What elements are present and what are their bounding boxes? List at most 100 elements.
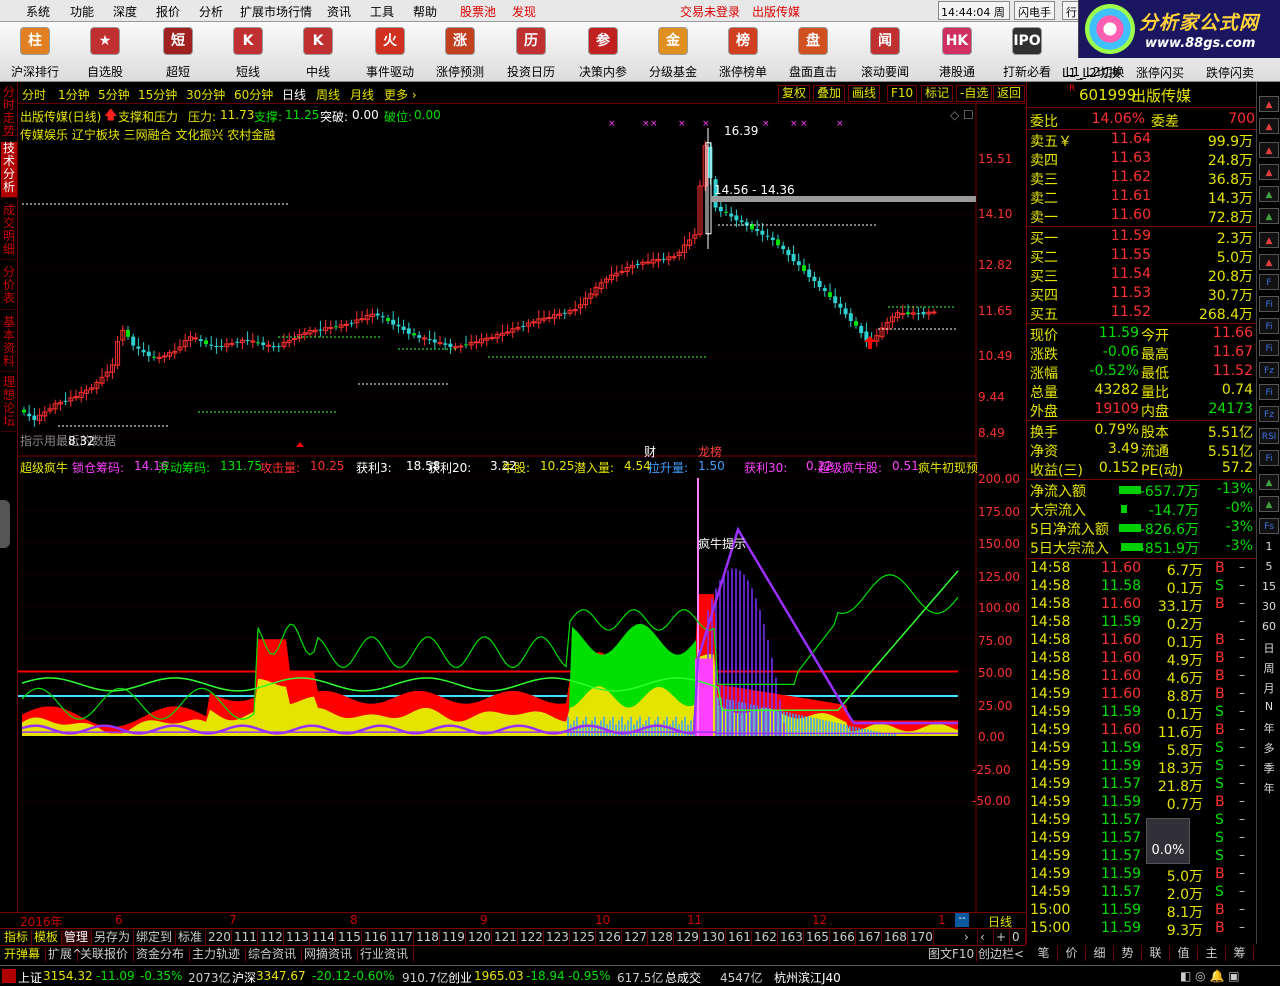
indicator-tab-1[interactable]: 模板 bbox=[32, 930, 62, 945]
toolbar-button-11[interactable]: 盘盘面直击 bbox=[778, 22, 848, 82]
toolbar-text-button-17[interactable]: 跌停闪卖 bbox=[1206, 64, 1254, 81]
indicator-tab-19[interactable]: 123 bbox=[544, 930, 570, 945]
cy-label[interactable]: 创业 bbox=[448, 969, 472, 986]
period-60min[interactable]: 60分钟 bbox=[234, 86, 273, 103]
toolbar-button-5[interactable]: 火事件驱动 bbox=[355, 22, 425, 82]
chart-area[interactable]: × × × × × × × × × 出版传媒(日线) 🡅 支撑和压力 压力: 11.73 支撑:… bbox=[18, 104, 1026, 928]
indicator-tab-12[interactable]: 116 bbox=[362, 930, 388, 945]
period-shortcut-1[interactable]: 5 bbox=[1259, 560, 1279, 573]
financial-marker[interactable]: 财 bbox=[644, 443, 656, 460]
period-30min[interactable]: 30分钟 bbox=[186, 86, 225, 103]
toolbar-text-button-16[interactable]: 涨停闪买 bbox=[1136, 64, 1184, 81]
quote-tab-7[interactable]: 筹 bbox=[1226, 946, 1254, 961]
tab-nav-0[interactable]: › bbox=[962, 930, 978, 945]
period-intraday[interactable]: 分时 bbox=[22, 86, 46, 103]
tool-icon-1[interactable]: ▲ bbox=[1259, 118, 1279, 134]
toolbar-button-13[interactable]: HK 港股通 bbox=[922, 22, 992, 82]
indicator-tab-13[interactable]: 117 bbox=[388, 930, 414, 945]
quote-tab-0[interactable]: 笔 bbox=[1030, 946, 1058, 961]
tool-icon-12[interactable]: Fz bbox=[1259, 362, 1279, 378]
tool-icon-14[interactable]: Fz bbox=[1259, 406, 1279, 422]
period-weekly[interactable]: 周线 bbox=[316, 86, 340, 103]
dragon-tiger-marker[interactable]: 龙榜 bbox=[698, 443, 722, 460]
period-shortcut-9[interactable]: 年 bbox=[1259, 720, 1279, 736]
indicator-tab-28[interactable]: 163 bbox=[778, 930, 804, 945]
indicator-tab-10[interactable]: 114 bbox=[310, 930, 336, 945]
toolbar-button-7[interactable]: 历投资日历 bbox=[496, 22, 566, 82]
indicator-tab-31[interactable]: 167 bbox=[856, 930, 882, 945]
indicator-tab-29[interactable]: 165 bbox=[804, 930, 830, 945]
indicator-tab-22[interactable]: 127 bbox=[622, 930, 648, 945]
info-tab-1[interactable]: 扩展^ bbox=[46, 947, 82, 962]
tab-forum[interactable]: 理想论坛 bbox=[1, 376, 17, 432]
menu-depth[interactable]: 深度 bbox=[113, 3, 137, 20]
tool-icon-6[interactable]: ▲ bbox=[1259, 232, 1279, 248]
indicator-tab-21[interactable]: 126 bbox=[596, 930, 622, 945]
period-shortcut-0[interactable]: 1 bbox=[1259, 540, 1279, 553]
tool-icon-15[interactable]: RSI bbox=[1259, 428, 1279, 444]
indicator-tab-7[interactable]: 111 bbox=[232, 930, 258, 945]
info-tab-5[interactable]: 综合资讯 bbox=[246, 947, 302, 962]
sh-label[interactable]: 上证 bbox=[18, 969, 42, 986]
tool-icon-2[interactable]: ▲ bbox=[1259, 142, 1279, 158]
indicator-tab-27[interactable]: 162 bbox=[752, 930, 778, 945]
indicator-tab-24[interactable]: 129 bbox=[674, 930, 700, 945]
tab-price-table[interactable]: 分价表 bbox=[1, 266, 17, 310]
menu-discover[interactable]: 发现 bbox=[512, 3, 536, 20]
info-tab-2[interactable]: 关联报价 bbox=[78, 947, 134, 962]
period-shortcut-3[interactable]: 30 bbox=[1259, 600, 1279, 613]
tool-icon-16[interactable]: Fi bbox=[1259, 450, 1279, 466]
toolbar-text-button-15[interactable]: L1_L2切换 bbox=[1062, 64, 1121, 81]
period-shortcut-2[interactable]: 15 bbox=[1259, 580, 1279, 593]
toolbar-button-9[interactable]: 金分级基金 bbox=[638, 22, 708, 82]
indicator-tab-3[interactable]: 另存为 bbox=[92, 930, 134, 945]
menu-analysis[interactable]: 分析 bbox=[199, 3, 223, 20]
indicator-tab-8[interactable]: 112 bbox=[258, 930, 284, 945]
menu-stock-pool[interactable]: 股票池 bbox=[460, 3, 496, 20]
period-daily[interactable]: 日线 bbox=[282, 86, 306, 103]
period-shortcut-11[interactable]: 季 bbox=[1259, 760, 1279, 776]
indicator-tab-15[interactable]: 119 bbox=[440, 930, 466, 945]
period-monthly[interactable]: 月线 bbox=[350, 86, 374, 103]
period-shortcut-4[interactable]: 60 bbox=[1259, 620, 1279, 633]
menu-function[interactable]: 功能 bbox=[70, 3, 94, 20]
tool-icon-13[interactable]: Fi bbox=[1259, 384, 1279, 400]
tool-icon-18[interactable]: ▲ bbox=[1259, 496, 1279, 512]
tool-icon-9[interactable]: Fi bbox=[1259, 296, 1279, 312]
period-shortcut-10[interactable]: 多 bbox=[1259, 740, 1279, 756]
tab-nav-1[interactable]: ‹ bbox=[978, 930, 994, 945]
self-select-button[interactable]: -自选 bbox=[956, 85, 993, 102]
period-more[interactable]: 更多 › bbox=[384, 86, 417, 103]
period-1min[interactable]: 1分钟 bbox=[58, 86, 90, 103]
quote-tab-6[interactable]: 主 bbox=[1198, 946, 1226, 961]
indicator-tab-11[interactable]: 115 bbox=[336, 930, 362, 945]
indicator-tab-23[interactable]: 128 bbox=[648, 930, 674, 945]
indicator-tab-9[interactable]: 113 bbox=[284, 930, 310, 945]
indicator-tab-0[interactable]: 指标 bbox=[2, 930, 32, 945]
indicator-tab-17[interactable]: 121 bbox=[492, 930, 518, 945]
status-icons[interactable]: ◧ ◎ 🔔 ▣ bbox=[1180, 969, 1240, 983]
toolbar-button-8[interactable]: 参决策内参 bbox=[568, 22, 638, 82]
flash-trade-button[interactable]: 闪电手 bbox=[1014, 1, 1055, 20]
tab-technical-analysis[interactable]: 技术分析 bbox=[1, 142, 17, 198]
quote-tab-2[interactable]: 细 bbox=[1086, 946, 1114, 961]
tab-basic-info[interactable]: 基本资料 bbox=[1, 316, 17, 372]
quote-tab-4[interactable]: 联 bbox=[1142, 946, 1170, 961]
tool-icon-17[interactable]: ▲ bbox=[1259, 474, 1279, 490]
back-button[interactable]: 返回 bbox=[993, 85, 1026, 102]
menu-help[interactable]: 帮助 bbox=[413, 3, 437, 20]
trade-login-notice[interactable]: 交易未登录 bbox=[680, 3, 740, 20]
toolbar-button-2[interactable]: 短超短 bbox=[143, 22, 213, 82]
mark-button[interactable]: 标记 bbox=[921, 85, 954, 102]
indicator-tab-16[interactable]: 120 bbox=[466, 930, 492, 945]
indicator-tab-25[interactable]: 130 bbox=[700, 930, 726, 945]
menu-quote[interactable]: 报价 bbox=[156, 3, 180, 20]
chart-settings-icon[interactable]: ◇ ☐ bbox=[950, 108, 974, 122]
period-shortcut-8[interactable]: N bbox=[1259, 700, 1279, 713]
scroll-end-button[interactable]: -- bbox=[955, 913, 969, 927]
overlay-button[interactable]: 叠加 bbox=[813, 85, 846, 102]
indicator-tab-33[interactable]: 170 bbox=[908, 930, 934, 945]
menu-extended-market[interactable]: 扩展市场行情 bbox=[240, 3, 312, 20]
menu-news[interactable]: 资讯 bbox=[327, 3, 351, 20]
tab-nav-3[interactable]: 0 bbox=[1010, 930, 1026, 945]
